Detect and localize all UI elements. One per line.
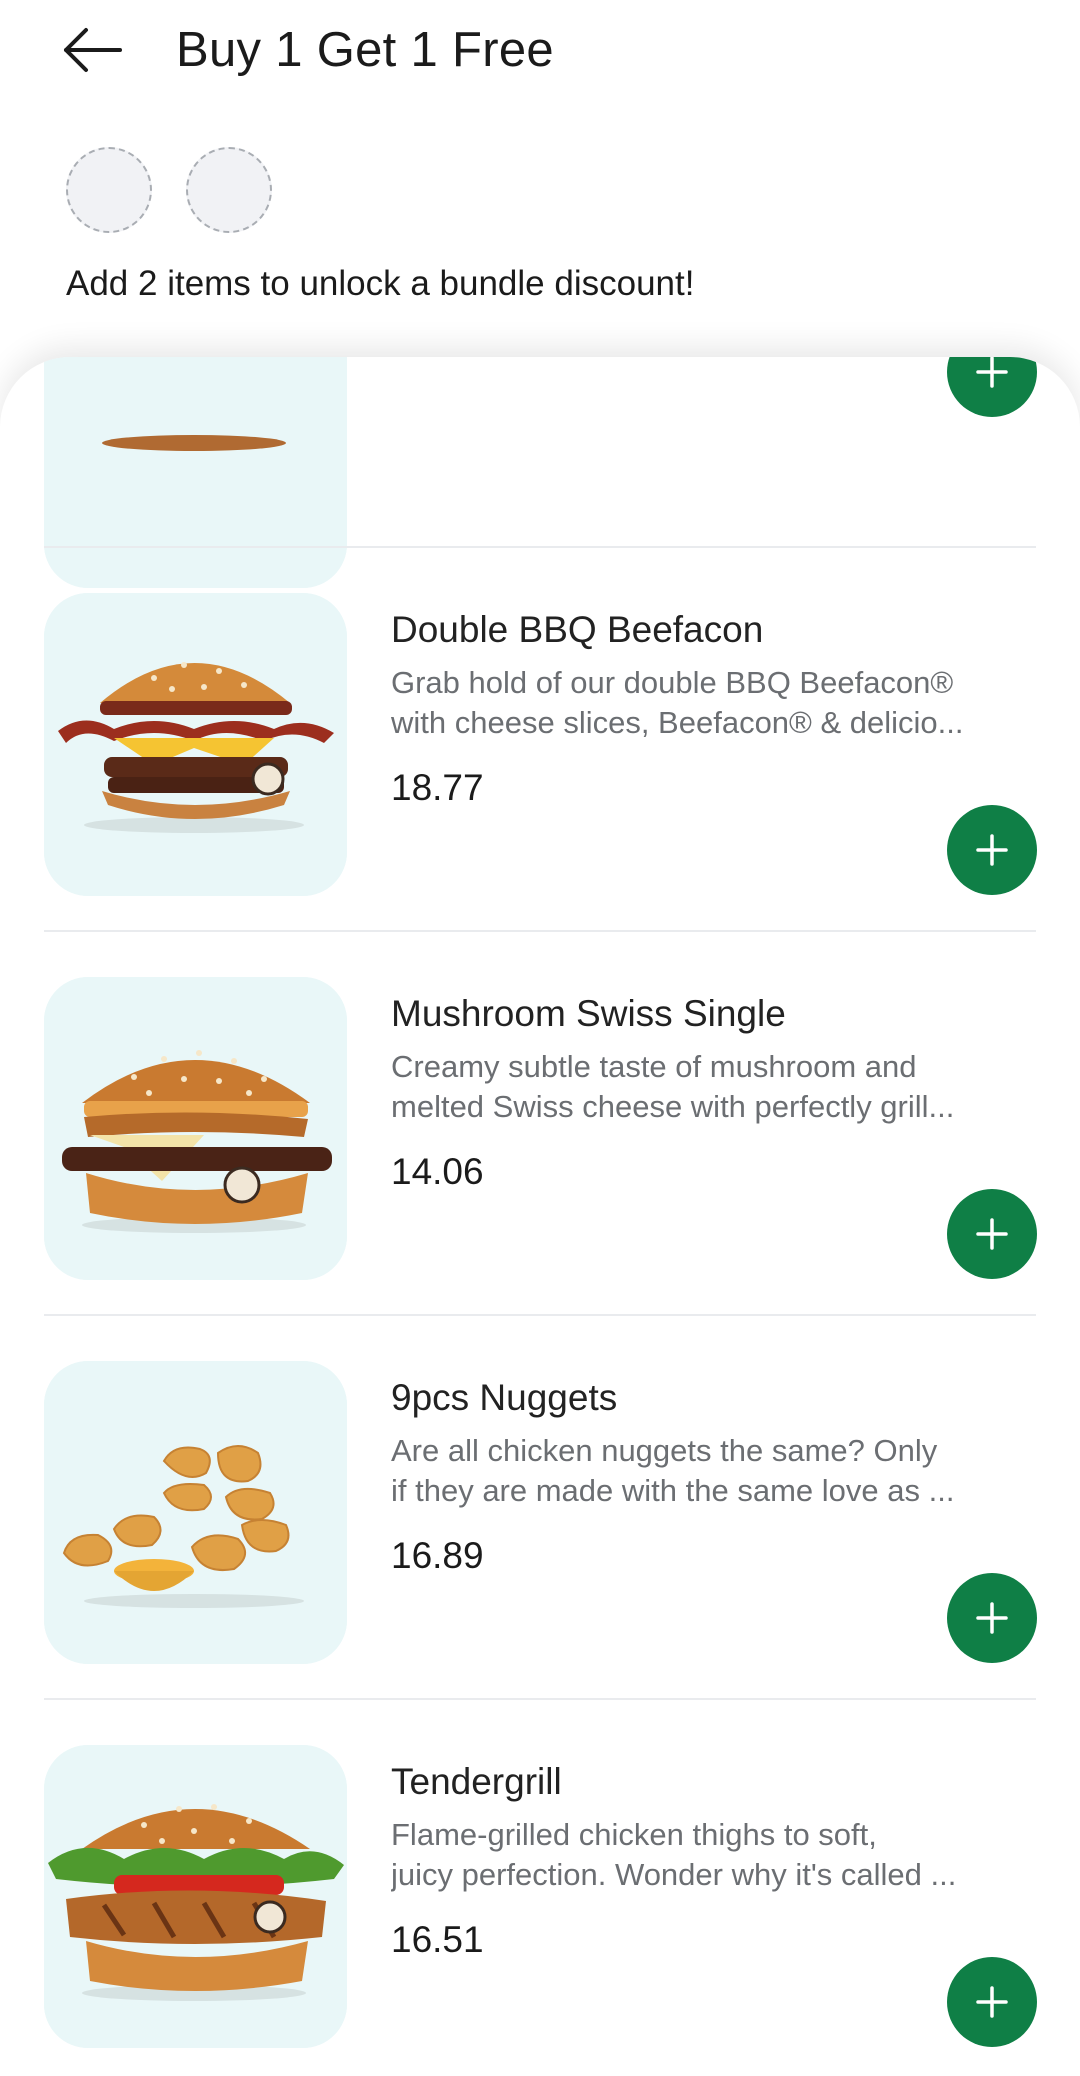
item-info: Tendergrill Flame-grilled chicken thighs… (391, 1759, 1041, 1963)
add-button[interactable] (947, 1573, 1037, 1663)
nuggets-image (44, 1361, 347, 1664)
item-description-line-2: melted Swiss cheese with perfectly grill… (391, 1089, 955, 1124)
tendergrill-image (44, 1745, 347, 2048)
add-button[interactable] (947, 357, 1037, 417)
item-price: 14.06 (391, 1151, 484, 1192)
buy1get1-screen: Buy 1 Get 1 Free Add 2 items to unlock a… (0, 0, 1080, 2076)
item-name: Mushroom Swiss Single (391, 993, 786, 1034)
list-item[interactable]: 9pcs Nuggets Are all chicken nuggets the… (0, 1361, 1080, 1664)
item-description-line-1: Are all chicken nuggets the same? Only (391, 1433, 938, 1468)
plus-icon (976, 1218, 1008, 1250)
item-description-line-1: Flame-grilled chicken thighs to soft, (391, 1817, 877, 1852)
item-name: Tendergrill (391, 1761, 562, 1802)
item-info: Mushroom Swiss Single Creamy subtle tast… (391, 991, 1041, 1195)
bundle-slot-2 (186, 147, 272, 233)
header: Buy 1 Get 1 Free (0, 0, 1080, 110)
add-button[interactable] (947, 1189, 1037, 1279)
double-bbq-beefacon-image (44, 593, 347, 896)
page-title: Buy 1 Get 1 Free (176, 23, 554, 77)
bundle-slots (66, 147, 272, 233)
plus-icon (976, 357, 1008, 388)
item-description-line-1: Creamy subtle taste of mushroom and (391, 1049, 917, 1084)
bundle-message: Add 2 items to unlock a bundle discount! (66, 264, 695, 303)
item-name: Double BBQ Beefacon (391, 609, 764, 650)
item-price: 16.51 (391, 1919, 484, 1960)
arrow-left-icon (64, 28, 122, 72)
item-price: 18.77 (391, 767, 484, 808)
list-item-partial (0, 357, 1080, 588)
divider (44, 930, 1036, 932)
add-button[interactable] (947, 1957, 1037, 2047)
add-button[interactable] (947, 805, 1037, 895)
plus-icon (976, 1602, 1008, 1634)
list-item[interactable]: Double BBQ Beefacon Grab hold of our dou… (0, 593, 1080, 896)
item-info: 9pcs Nuggets Are all chicken nuggets the… (391, 1375, 1041, 1579)
item-description-line-2: if they are made with the same love as .… (391, 1473, 955, 1508)
list-item[interactable]: Tendergrill Flame-grilled chicken thighs… (0, 1745, 1080, 2048)
list-item[interactable]: Mushroom Swiss Single Creamy subtle tast… (0, 977, 1080, 1280)
item-info: Double BBQ Beefacon Grab hold of our dou… (391, 607, 1041, 811)
divider (44, 1314, 1036, 1316)
partial-item-image (44, 357, 347, 588)
plus-icon (976, 834, 1008, 866)
divider (44, 1698, 1036, 1700)
item-description-line-1: Grab hold of our double BBQ Beefacon® (391, 665, 954, 700)
divider (44, 546, 1036, 548)
bundle-slot-1 (66, 147, 152, 233)
item-price: 16.89 (391, 1535, 484, 1576)
back-button[interactable] (58, 20, 128, 80)
mushroom-swiss-image (44, 977, 347, 1280)
item-description-line-2: with cheese slices, Beefacon® & delicio.… (391, 705, 964, 740)
item-name: 9pcs Nuggets (391, 1377, 618, 1418)
product-sheet[interactable]: Double BBQ Beefacon Grab hold of our dou… (0, 357, 1080, 2076)
item-description-line-2: juicy perfection. Wonder why it's called… (391, 1857, 957, 1892)
plus-icon (976, 1986, 1008, 2018)
